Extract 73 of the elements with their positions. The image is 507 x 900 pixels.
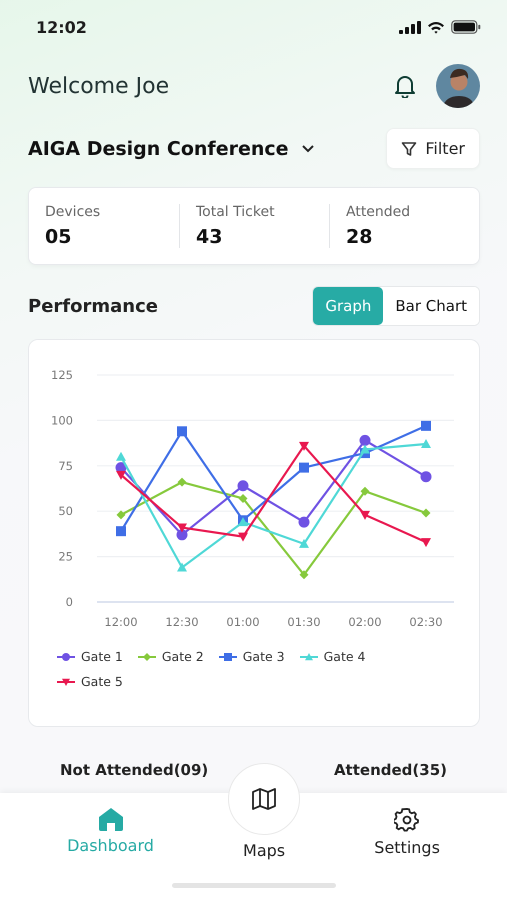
data-point bbox=[421, 420, 431, 431]
data-point bbox=[178, 478, 186, 487]
legend-marker-icon bbox=[138, 652, 156, 662]
data-point bbox=[177, 426, 187, 436]
data-point bbox=[116, 510, 126, 520]
data-point bbox=[238, 532, 248, 542]
x-axis-label: 01:00 bbox=[226, 615, 260, 629]
y-axis-label: 0 bbox=[66, 595, 73, 609]
legend-label: Gate 1 bbox=[81, 649, 123, 664]
stat-value: 05 bbox=[45, 226, 72, 248]
data-point bbox=[238, 494, 248, 503]
filter-button[interactable]: Filter bbox=[386, 128, 480, 169]
legend-marker-icon bbox=[300, 652, 318, 662]
attendance-tab[interactable]: Attended(35) bbox=[334, 761, 447, 779]
data-point bbox=[421, 439, 431, 448]
x-axis-label: 01:30 bbox=[287, 615, 321, 629]
nav-tab[interactable]: Maps bbox=[228, 763, 300, 860]
data-point bbox=[116, 526, 126, 536]
stat-value: 28 bbox=[346, 226, 374, 248]
performance-heading: Performance bbox=[28, 296, 158, 316]
data-point bbox=[299, 538, 309, 548]
data-point bbox=[360, 486, 370, 496]
data-point bbox=[422, 508, 430, 518]
chevron-down-icon bbox=[300, 144, 315, 153]
stat-value: 43 bbox=[196, 226, 224, 248]
legend-label: Gate 2 bbox=[162, 649, 204, 664]
attendance-tab[interactable]: Not Attended(09) bbox=[60, 761, 208, 779]
map-icon bbox=[252, 788, 276, 810]
stat-label: Total Ticket bbox=[196, 204, 276, 220]
y-axis-label: 75 bbox=[58, 458, 73, 473]
y-axis-label: 25 bbox=[58, 550, 73, 564]
legend-marker-icon bbox=[57, 652, 75, 662]
settings-icon bbox=[394, 807, 420, 833]
data-point bbox=[360, 434, 370, 446]
home-icon bbox=[98, 807, 124, 831]
legend-marker-icon bbox=[218, 652, 237, 662]
data-point bbox=[360, 510, 370, 520]
notification-bell-icon[interactable] bbox=[394, 74, 416, 98]
x-axis-label: 12:30 bbox=[165, 615, 199, 629]
legend-label: Gate 4 bbox=[324, 649, 366, 664]
data-point bbox=[116, 470, 126, 480]
data-point bbox=[176, 529, 188, 540]
data-point bbox=[421, 538, 431, 548]
legend-label: Gate 3 bbox=[242, 649, 285, 664]
x-axis-label: 02:30 bbox=[409, 615, 443, 629]
y-axis-label: 125 bbox=[51, 368, 73, 382]
battery-icon bbox=[451, 20, 481, 34]
data-point bbox=[360, 444, 370, 454]
stat-label: Devices bbox=[45, 204, 102, 220]
y-axis-label: 50 bbox=[58, 504, 73, 518]
x-axis-label: 02:00 bbox=[348, 615, 382, 629]
x-axis-label: 12:00 bbox=[104, 615, 138, 629]
legend-label: Gate 5 bbox=[81, 674, 123, 689]
filter-icon bbox=[401, 140, 418, 156]
data-point bbox=[298, 516, 310, 528]
data-point bbox=[299, 442, 309, 451]
data-point bbox=[116, 452, 126, 461]
data-point bbox=[299, 462, 309, 473]
avatar[interactable] bbox=[436, 64, 480, 108]
data-point bbox=[300, 570, 308, 580]
status-time: 12:02 bbox=[36, 18, 87, 36]
legend-marker-icon bbox=[57, 676, 75, 686]
nav-tab[interactable]: Settings bbox=[374, 793, 440, 857]
data-point bbox=[420, 471, 432, 482]
data-point bbox=[177, 524, 187, 533]
stat-label: Attended bbox=[346, 204, 412, 220]
data-point bbox=[177, 562, 187, 572]
signal-icon bbox=[399, 20, 421, 34]
wifi-icon bbox=[427, 20, 445, 34]
data-point bbox=[238, 480, 248, 492]
event-selector[interactable]: AIGA Design Conference bbox=[28, 138, 315, 160]
welcome-heading: Welcome Joe bbox=[28, 74, 170, 98]
y-axis-label: 100 bbox=[51, 413, 73, 428]
